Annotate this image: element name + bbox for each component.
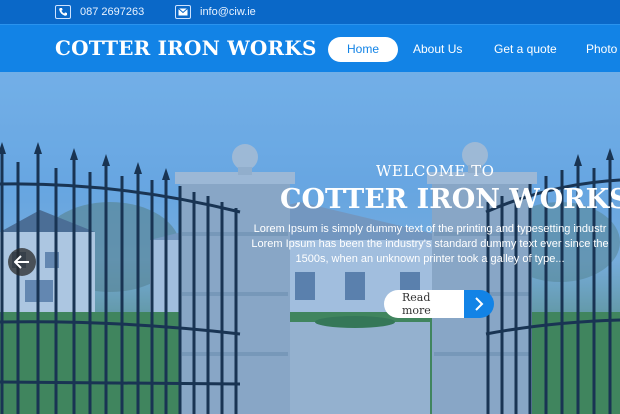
phone-icon	[55, 5, 71, 19]
hero-text-line: 1500s, when an unknown printer took a ga…	[295, 253, 565, 265]
site-header: COTTER IRON WORKS Home About Us Get a qu…	[0, 24, 620, 72]
hero-title: COTTER IRON WORKS	[280, 184, 620, 215]
hero-text-line: Lorem Ipsum has been the industry's stan…	[251, 238, 609, 250]
arrow-left-icon	[14, 255, 29, 269]
hero-slider: WELCOME TO COTTER IRON WORKS Lorem Ipsum…	[0, 72, 620, 414]
hero-text-line: Lorem Ipsum is simply dummy text of the …	[253, 223, 607, 235]
nav-photo-gallery[interactable]: Photo G	[586, 37, 620, 62]
read-more-button[interactable]: Read more	[384, 290, 494, 318]
chevron-right-icon[interactable]	[464, 290, 494, 318]
read-more-label[interactable]: Read more	[384, 290, 464, 318]
nav-about-us[interactable]: About Us	[413, 37, 462, 62]
phone-number[interactable]: 087 2697263	[80, 6, 144, 18]
top-contact-bar: 087 2697263 info@ciw.ie	[0, 0, 620, 24]
envelope-icon	[175, 5, 191, 19]
email-address[interactable]: info@ciw.ie	[200, 6, 256, 18]
slider-prev-button[interactable]	[8, 248, 36, 276]
phone-contact[interactable]: 087 2697263	[55, 0, 144, 24]
hero-welcome: WELCOME TO	[376, 162, 495, 180]
hero-description: Lorem Ipsum is simply dummy text of the …	[240, 222, 620, 267]
site-logo[interactable]: COTTER IRON WORKS	[55, 36, 317, 60]
nav-home[interactable]: Home	[328, 37, 399, 62]
email-contact[interactable]: info@ciw.ie	[175, 0, 256, 24]
nav-get-a-quote[interactable]: Get a quote	[494, 37, 557, 62]
